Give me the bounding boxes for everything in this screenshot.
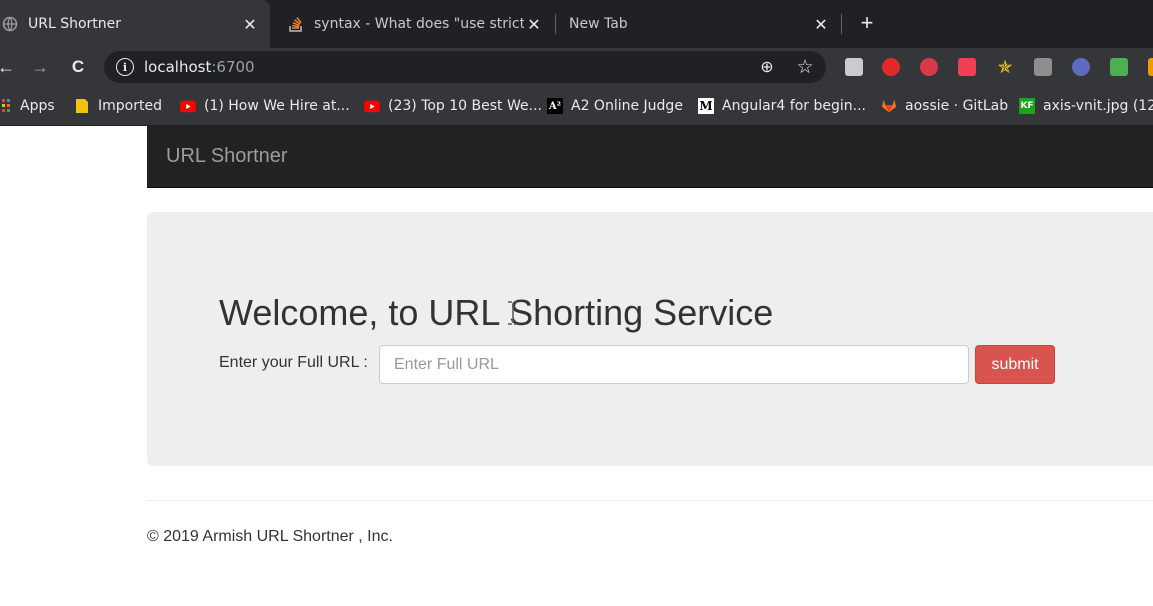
reload-icon[interactable]: C — [66, 55, 90, 79]
zoom-icon[interactable]: ⊕ — [756, 56, 778, 78]
bookmark-label: Angular4 for begin... — [722, 98, 866, 114]
extension-icon[interactable] — [920, 58, 938, 76]
tab-title: New Tab — [569, 16, 628, 32]
footer-copyright: © 2019 Armish URL Shortner , Inc. — [147, 528, 393, 545]
adblock-icon[interactable] — [882, 58, 900, 76]
star-extension-icon[interactable]: ✯ — [996, 58, 1014, 76]
folder-icon — [74, 98, 90, 114]
forward-icon[interactable]: → — [28, 55, 52, 79]
medium-icon: M — [698, 98, 714, 114]
bookmark-star-icon[interactable]: ☆ — [794, 56, 816, 78]
extension-icon[interactable] — [845, 58, 863, 76]
close-tab-icon[interactable]: ✕ — [240, 14, 260, 34]
stackoverflow-icon — [288, 16, 304, 32]
tab-new-tab[interactable]: New Tab ✕ — [557, 0, 841, 48]
extension-icon[interactable] — [1072, 58, 1090, 76]
address-url[interactable]: localhost:6700 — [144, 58, 255, 76]
bookmark-label: A2 Online Judge — [571, 98, 683, 114]
bookmark-top-10[interactable]: (23) Top 10 Best We... — [364, 96, 542, 116]
tab-title: syntax - What does "use strict" do — [314, 16, 524, 32]
back-icon[interactable]: ← — [0, 55, 18, 79]
site-info-icon[interactable]: i — [116, 58, 134, 76]
kf-icon: KF — [1019, 98, 1035, 114]
address-port: :6700 — [211, 58, 255, 76]
apps-grid-icon — [0, 98, 12, 114]
new-tab-button[interactable]: + — [854, 10, 880, 36]
tab-title: URL Shortner — [28, 16, 122, 32]
globe-icon — [2, 16, 18, 32]
youtube-icon — [180, 98, 196, 114]
tab-separator — [555, 14, 556, 34]
footer-divider — [147, 500, 1153, 501]
extension-icon[interactable] — [1034, 58, 1052, 76]
url-input-label: Enter your Full URL : — [219, 354, 368, 371]
bookmark-label: (1) How We Hire at... — [204, 98, 350, 114]
bookmark-a2-online-judge[interactable]: A² A2 Online Judge — [547, 96, 683, 116]
tab-url-shortner[interactable]: URL Shortner ✕ — [0, 0, 270, 48]
bookmark-label: Apps — [20, 98, 55, 114]
youtube-icon — [364, 98, 380, 114]
app-navbar: URL Shortner — [147, 126, 1153, 188]
bookmark-aossie-gitlab[interactable]: aossie · GitLab — [881, 96, 1008, 116]
tab-syntax-use-strict[interactable]: syntax - What does "use strict" do ✕ — [278, 0, 554, 48]
browser-toolbar: ← → C i localhost:6700 ⊕ ☆ ✯ — [0, 48, 1153, 86]
bookmark-label: axis-vnit.jpg (124 — [1043, 98, 1153, 114]
page-title: Welcome, to URL Shorting Service — [219, 292, 774, 333]
address-bar[interactable]: i localhost:6700 ⊕ ☆ — [104, 51, 826, 83]
full-url-input[interactable] — [379, 345, 969, 384]
submit-button[interactable]: submit — [975, 345, 1055, 384]
text-cursor-icon — [508, 301, 518, 325]
bookmark-apps[interactable]: Apps — [0, 96, 55, 116]
browser-tab-strip: URL Shortner ✕ syntax - What does "use s… — [0, 0, 1153, 48]
a2-icon: A² — [547, 98, 563, 114]
close-tab-icon[interactable]: ✕ — [524, 14, 544, 34]
bookmarks-bar: Apps Imported (1) How We Hire at... (23)… — [0, 86, 1153, 126]
frog-icon[interactable] — [1110, 58, 1128, 76]
bookmark-label: Imported — [98, 98, 162, 114]
bookmark-axis-vnit[interactable]: KF axis-vnit.jpg (124 — [1019, 96, 1153, 116]
bookmark-label: (23) Top 10 Best We... — [388, 98, 542, 114]
tab-separator — [841, 14, 842, 34]
pocket-icon[interactable] — [958, 58, 976, 76]
gitlab-icon — [881, 98, 897, 114]
bookmark-label: aossie · GitLab — [905, 98, 1009, 114]
address-host: localhost — [144, 58, 212, 76]
bookmark-angular4[interactable]: M Angular4 for begin... — [698, 96, 866, 116]
bookmark-how-we-hire[interactable]: (1) How We Hire at... — [180, 96, 350, 116]
hero-panel: Welcome, to URL Shorting Service Enter y… — [147, 212, 1153, 466]
extension-icon[interactable] — [1148, 58, 1153, 76]
close-tab-icon[interactable]: ✕ — [811, 14, 831, 34]
bookmark-imported[interactable]: Imported — [74, 96, 162, 116]
navbar-brand[interactable]: URL Shortner — [166, 145, 288, 168]
